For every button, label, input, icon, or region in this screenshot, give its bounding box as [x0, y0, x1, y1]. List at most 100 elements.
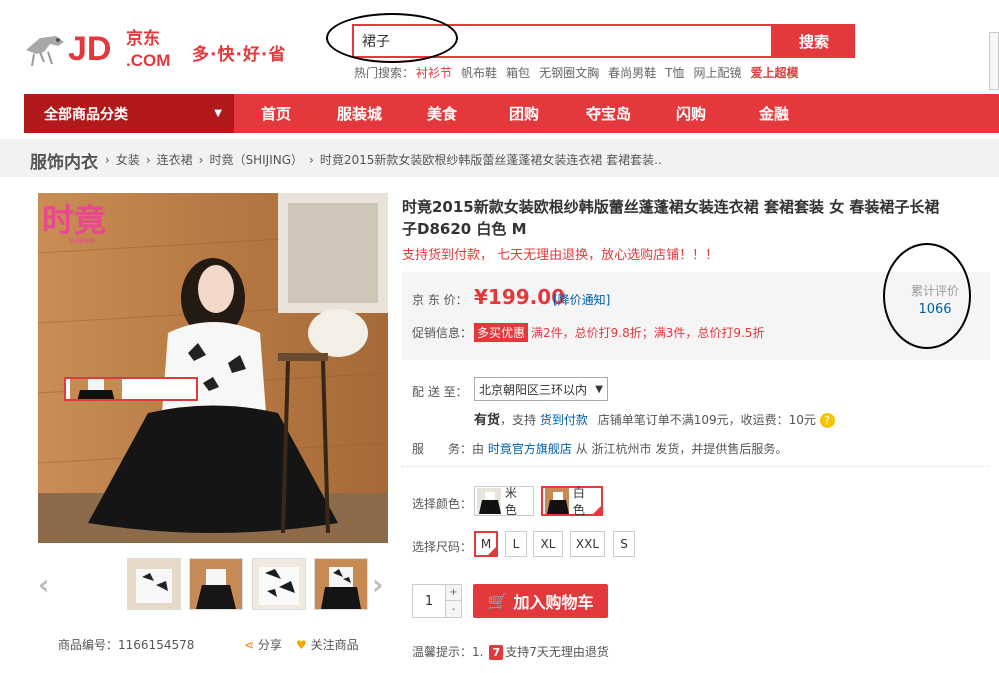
hot-link[interactable]: T恤	[665, 66, 684, 80]
color-option-beige[interactable]: 米色	[474, 486, 534, 517]
thumbnail-4[interactable]	[252, 558, 306, 610]
item-number-label: 商品编号：	[58, 638, 119, 652]
side-scroll-tab[interactable]	[989, 32, 999, 90]
jd-logo[interactable]: JD 京东 .COM	[22, 22, 192, 72]
size-option-xxl[interactable]: XXL	[570, 531, 605, 557]
annotation-circle-search	[326, 13, 458, 63]
promo-tag: 多买优惠	[474, 323, 529, 342]
thumbnail-2[interactable]	[127, 558, 181, 610]
stock-mid: ，支持	[500, 413, 537, 427]
help-icon[interactable]: ?	[819, 413, 835, 428]
jd-dog-mascot-icon	[26, 36, 64, 67]
service-label: 服 务：	[412, 442, 473, 456]
brand-logo: 时竟	[42, 201, 106, 239]
breadcrumb-root[interactable]: 服饰内衣	[30, 148, 98, 173]
svg-text:JD: JD	[68, 30, 111, 68]
tip-label: 温馨提示：	[412, 645, 473, 659]
hot-link[interactable]: 爱上超模	[750, 66, 798, 80]
all-categories-button[interactable]: 全部商品分类 ▼	[24, 94, 234, 133]
share-icon: ⋖	[244, 638, 255, 652]
hot-link[interactable]: 帆布鞋	[461, 66, 497, 80]
add-to-cart-button[interactable]: 🛒 加入购物车	[473, 584, 608, 618]
breadcrumb-item[interactable]: 女装	[116, 153, 140, 167]
breadcrumb-item[interactable]: 连衣裙	[157, 153, 193, 167]
thumbnail-3[interactable]	[189, 558, 243, 610]
breadcrumb-item[interactable]: 时竟（SHIJING）	[209, 153, 303, 167]
qty-decrease-button[interactable]: -	[445, 601, 461, 617]
nav-item-group-buy[interactable]: 团购	[509, 94, 539, 133]
annotation-circle-reviews	[883, 243, 971, 349]
stock-status: 有货	[474, 413, 501, 428]
selected-check-icon	[592, 505, 602, 515]
thumbnail-1[interactable]	[64, 377, 198, 401]
thumbnail-5[interactable]	[314, 558, 368, 610]
size-label: 选择尺码：	[412, 540, 473, 554]
quantity-stepper: 1 + -	[412, 584, 462, 618]
delivery-value: 北京朝阳区三环以内	[479, 382, 588, 397]
size-option-l[interactable]: L	[505, 531, 527, 557]
tip-number: 1.	[472, 645, 484, 659]
add-to-cart-label: 加入购物车	[513, 593, 594, 612]
follow-button[interactable]: ♥ 关注商品	[296, 636, 359, 653]
delivery-label: 配 送 至：	[412, 385, 468, 399]
share-label: 分享	[257, 638, 282, 652]
nav-item-clothing[interactable]: 服装城	[337, 94, 382, 133]
price-notice-link[interactable]: [降价通知]	[553, 291, 610, 308]
price-label: 京 东 价：	[412, 293, 468, 307]
stock-info: 有货，支持 货到付款 店铺单笔订单不满109元，收运费：10元 ?	[474, 409, 835, 428]
qty-increase-button[interactable]: +	[445, 585, 461, 601]
promo-text: 满2件，总价打9.8折；满3件，总价打9.5折	[531, 326, 765, 340]
heart-icon: ♥	[296, 638, 307, 652]
service-info: 服 务：由 时竟官方旗舰店 从 浙江杭州市 发货，并提供售后服务。	[412, 440, 787, 457]
nav-item-flash[interactable]: 闪购	[676, 94, 706, 133]
quantity-input[interactable]: 1	[413, 585, 445, 617]
promo-label: 促销信息：	[412, 326, 473, 340]
brand-logo-sub: SHIJING	[68, 237, 95, 245]
main-product-image[interactable]: 时竟 SHIJING	[38, 193, 388, 543]
hot-link[interactable]: 衬衫节	[416, 66, 452, 80]
color-option-white[interactable]: 白色	[541, 486, 603, 517]
color-label-text: 米色	[504, 486, 517, 517]
hot-link[interactable]: 网上配镜	[693, 66, 741, 80]
selected-check-icon	[487, 546, 497, 556]
hot-link[interactable]: 无钢圈文胸	[539, 66, 599, 80]
size-option-xl[interactable]: XL	[533, 531, 563, 557]
item-number-value: 1166154578	[118, 638, 195, 652]
search-button[interactable]: 搜索	[773, 24, 855, 58]
size-option-m[interactable]: M	[474, 531, 498, 557]
hot-label: 热门搜索：	[354, 66, 415, 80]
service-pre: 由	[472, 442, 485, 456]
price-value: ¥199.00	[474, 285, 566, 309]
tip-text: 支持7天无理由退货	[505, 645, 609, 659]
hot-link[interactable]: 春尚男鞋	[608, 66, 656, 80]
service-text: 从 浙江杭州市 发货，并提供售后服务。	[575, 442, 788, 456]
item-number: 商品编号：1166154578	[58, 636, 194, 653]
slogan: 多·快·好·省	[192, 45, 287, 65]
nav-item-home[interactable]: 首页	[261, 94, 291, 133]
share-button[interactable]: ⋖ 分享	[244, 636, 282, 653]
breadcrumb-sep: ›	[309, 153, 314, 167]
breadcrumb-sep: ›	[145, 153, 151, 167]
hot-searches: 热门搜索： 衬衫节 帆布鞋 箱包 无钢圈文胸 春尚男鞋 T恤 网上配镜 爱上超模	[354, 64, 807, 81]
divider	[402, 466, 990, 467]
thumb-next-arrow-icon[interactable]: ›	[372, 568, 384, 601]
delivery-select[interactable]: 北京朝阳区三环以内 ▼	[474, 377, 608, 401]
color-label: 选择颜色：	[412, 497, 473, 511]
promo-slogan: 支持货到付款， 七天无理由退换，放心选购店铺！！！	[402, 248, 719, 263]
all-categories-label: 全部商品分类	[44, 106, 128, 123]
svg-text:京东: 京东	[126, 28, 160, 49]
color-swatch-image	[545, 488, 569, 514]
thumb-prev-arrow-icon[interactable]: ‹	[38, 568, 50, 601]
product-title: 时竟2015新款女装欧根纱韩版蕾丝蓬蓬裙女装连衣裙 套裙套装 女 春装裙子长裙子…	[402, 198, 940, 238]
store-link[interactable]: 时竟官方旗舰店	[488, 442, 572, 456]
cart-icon: 🛒	[487, 591, 508, 611]
nav-item-food[interactable]: 美食	[427, 94, 457, 133]
chevron-down-icon: ▼	[214, 108, 222, 119]
nav-item-finance[interactable]: 金融	[759, 94, 789, 133]
hot-link[interactable]: 箱包	[506, 66, 530, 80]
color-swatch-image	[477, 488, 501, 514]
size-option-s[interactable]: S	[613, 531, 635, 557]
nav-item-treasure[interactable]: 夺宝岛	[586, 94, 631, 133]
breadcrumb-sep: ›	[198, 153, 204, 167]
cod-link[interactable]: 货到付款	[540, 413, 588, 427]
